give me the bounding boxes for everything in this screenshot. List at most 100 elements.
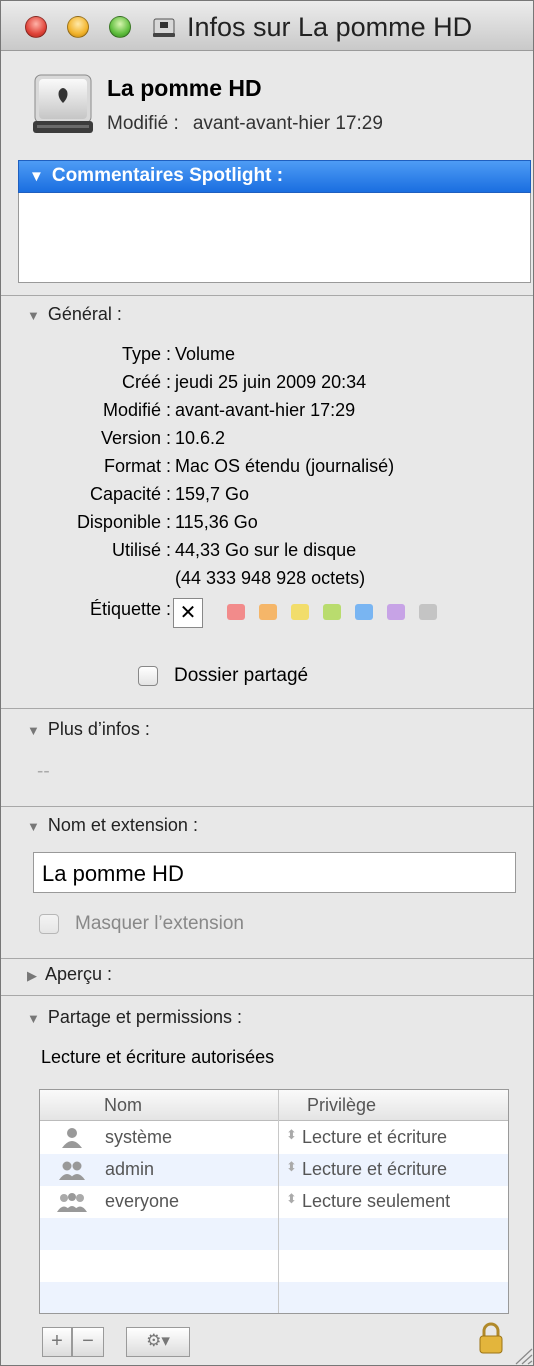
stepper-icon[interactable]: ⬍ [286, 1159, 297, 1175]
section-label: Nom et extension : [47, 815, 198, 835]
shared-folder-checkbox[interactable] [138, 666, 158, 686]
stepper-icon[interactable]: ⬍ [286, 1127, 297, 1143]
label-orange-swatch[interactable] [259, 604, 277, 620]
info-key: Disponible : [76, 512, 171, 532]
section-preview[interactable]: ▶ Aperçu : [27, 964, 112, 985]
spotlight-comments-header[interactable]: ▼ Commentaires Spotlight : [18, 160, 531, 193]
single-user-icon [62, 1128, 82, 1148]
disclosure-open-icon[interactable]: ▼ [27, 308, 40, 323]
row-name: everyone [105, 1191, 180, 1211]
info-row: Modifié : avant-avant-hier 17:29 [21, 400, 521, 426]
info-value: avant-avant-hier 17:29 [175, 400, 356, 420]
zoom-button[interactable] [109, 16, 131, 38]
column-header-name[interactable]: Nom [40, 1090, 278, 1121]
label-none-button[interactable]: ✕ [173, 598, 203, 628]
info-row: Format : Mac OS étendu (journalisé) [21, 456, 521, 482]
disclosure-closed-icon[interactable]: ▶ [27, 968, 37, 983]
column-divider [278, 1090, 279, 1313]
column-header-privilege[interactable]: Privilège [279, 1090, 508, 1121]
disclosure-open-icon[interactable]: ▼ [29, 168, 44, 185]
section-sharing-permissions[interactable]: ▼ Partage et permissions : [27, 1007, 242, 1028]
section-name-extension[interactable]: ▼ Nom et extension : [27, 815, 198, 836]
gear-action-button[interactable]: ⚙︎▾ [126, 1327, 190, 1357]
info-row: Type : Volume [21, 344, 521, 370]
drive-icon [153, 18, 175, 37]
table-row[interactable]: admin ⬍ Lecture et écriture [40, 1154, 508, 1186]
section-more-info[interactable]: ▼ Plus d’infos : [27, 719, 150, 740]
info-key: Créé : [121, 372, 171, 392]
info-value: Volume [175, 344, 236, 364]
divider [1, 958, 533, 959]
add-user-button[interactable]: + [42, 1327, 72, 1357]
stepper-icon[interactable]: ⬍ [286, 1191, 297, 1207]
info-window: Infos sur La pomme HD La pomme HD Modifi… [0, 0, 534, 1366]
hide-extension-label: Masquer l’extension [75, 913, 244, 934]
info-value: (44 333 948 928 octets) [175, 568, 366, 588]
empty-row [40, 1250, 508, 1282]
info-key: Type : [121, 344, 171, 364]
label-gray-swatch[interactable] [419, 604, 437, 620]
info-row: Utilisé :44,33 Go sur le disque [21, 540, 521, 566]
divider [1, 806, 533, 807]
section-label: Aperçu : [45, 964, 113, 984]
divider [1, 995, 533, 996]
info-value: 44,33 Go sur le disque [175, 540, 357, 560]
row-name: admin [105, 1159, 155, 1179]
disclosure-open-icon[interactable]: ▼ [27, 723, 40, 738]
row-privilege[interactable]: Lecture seulement [302, 1191, 450, 1212]
name-input[interactable]: La pomme HD [33, 852, 516, 893]
modified-line: Modifié : avant-avant-hier 17:29 [107, 113, 383, 135]
row-privilege[interactable]: Lecture et écriture [302, 1127, 447, 1148]
title-bar[interactable]: Infos sur La pomme HD [1, 1, 533, 51]
info-key: Utilisé : [111, 540, 171, 560]
group-icon [59, 1161, 85, 1180]
spotlight-label: Commentaires Spotlight : [51, 165, 284, 186]
info-value: 10.6.2 [175, 428, 226, 448]
info-key: Capacité : [89, 484, 171, 504]
lock-icon[interactable] [477, 1321, 505, 1355]
window-title: Infos sur La pomme HD [187, 12, 473, 42]
label-key: Étiquette : [89, 599, 171, 619]
info-value: jeudi 25 juin 2009 20:34 [175, 372, 367, 392]
section-label: Partage et permissions : [47, 1007, 242, 1027]
modified-label: Modifié : [107, 113, 179, 134]
disclosure-open-icon[interactable]: ▼ [27, 819, 40, 834]
table-row[interactable]: everyone ⬍ Lecture seulement [40, 1186, 508, 1218]
row-name: système [105, 1127, 173, 1147]
permission-status: Lecture et écriture autorisées [41, 1047, 275, 1067]
info-key: Format : [103, 456, 171, 476]
close-button[interactable] [25, 16, 47, 38]
info-row: Capacité :159,7 Go [21, 484, 521, 510]
more-info-value: -- [37, 761, 50, 782]
label-green-swatch[interactable] [323, 604, 341, 620]
shared-folder-label: Dossier partagé [174, 665, 309, 686]
hide-extension-checkbox[interactable] [39, 914, 59, 934]
disclosure-open-icon[interactable]: ▼ [27, 1011, 40, 1026]
resize-grip-icon[interactable] [511, 1345, 533, 1365]
row-privilege[interactable]: Lecture et écriture [302, 1159, 447, 1180]
hard-drive-icon [33, 74, 93, 133]
section-label: Général : [47, 304, 122, 324]
info-row: (44 333 948 928 octets) [21, 568, 521, 594]
remove-user-button[interactable]: − [72, 1327, 104, 1357]
section-general[interactable]: ▼ Général : [27, 304, 122, 325]
divider [1, 295, 533, 296]
permissions-table: Nom Privilège système ⬍ Lecture et écrit… [39, 1089, 509, 1314]
info-value: Mac OS étendu (journalisé) [175, 456, 395, 476]
label-blue-swatch[interactable] [355, 604, 373, 620]
info-row: Version :10.6.2 [21, 428, 521, 454]
empty-row [40, 1282, 508, 1313]
minimize-button[interactable] [67, 16, 89, 38]
info-key: Modifié : [102, 400, 171, 420]
table-row[interactable]: système ⬍ Lecture et écriture [40, 1122, 508, 1154]
label-purple-swatch[interactable] [387, 604, 405, 620]
info-row: Disponible :115,36 Go [21, 512, 521, 538]
info-value: 115,36 Go [175, 512, 258, 532]
spotlight-comments-textarea[interactable] [18, 193, 531, 283]
modified-value: avant-avant-hier 17:29 [192, 113, 383, 134]
label-yellow-swatch[interactable] [291, 604, 309, 620]
label-red-swatch[interactable] [227, 604, 245, 620]
info-value: 159,7 Go [175, 484, 250, 504]
info-row: Créé : jeudi 25 juin 2009 20:34 [21, 372, 521, 398]
empty-row [40, 1218, 508, 1250]
